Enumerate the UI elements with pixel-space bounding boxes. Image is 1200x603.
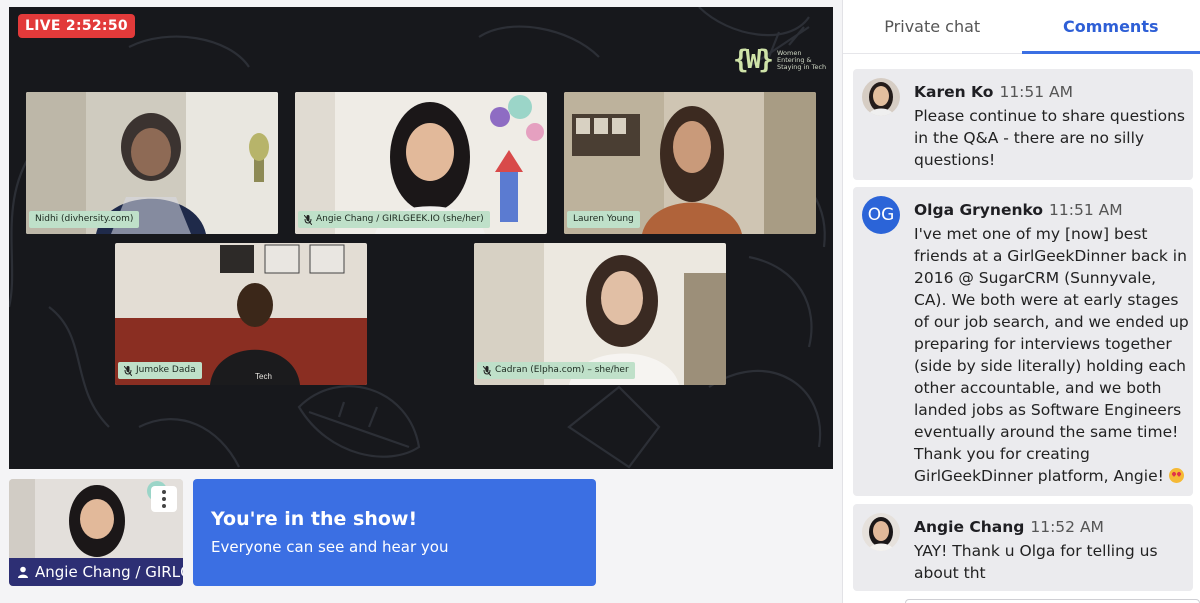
tab-private-chat[interactable]: Private chat xyxy=(843,0,1022,53)
video-tile[interactable]: Tech Jumoke Dada xyxy=(115,243,367,385)
brand-tagline: Women Entering & Staying in Tech xyxy=(776,48,827,71)
brand-logo: {W} Women Entering & Staying in Tech xyxy=(733,45,829,75)
muted-mic-icon xyxy=(304,214,312,225)
comment-item: Angie Chang 11:52 AM YAY! Thank u Olga fo… xyxy=(853,504,1193,591)
comment-header: Olga Grynenko 11:51 AM xyxy=(914,200,1123,219)
video-tile[interactable]: Angie Chang / GIRLGEEK.IO (she/her) xyxy=(295,92,547,234)
person-icon xyxy=(18,566,28,578)
video-tile[interactable]: Nidhi (divhersity.com) xyxy=(26,92,278,234)
brand-logo-mark: {W} xyxy=(733,45,774,75)
participant-name-tag: Lauren Young xyxy=(567,211,640,228)
panel-tabs: Private chat Comments xyxy=(843,0,1200,54)
banner-title: You're in the show! xyxy=(211,508,418,530)
dot xyxy=(162,490,166,494)
in-show-banner: You're in the show! Everyone can see and… xyxy=(193,479,596,586)
self-name-bar: Angie Chang / GIRLGEEK.IO (she/her) xyxy=(9,558,183,586)
more-options-button[interactable] xyxy=(151,486,177,512)
participant-name: Nidhi (divhersity.com) xyxy=(35,214,134,224)
comment-text: I've met one of my [now] best friends at… xyxy=(914,223,1192,487)
comment-header: Angie Chang 11:52 AM xyxy=(914,517,1104,536)
comment-time: 11:52 AM xyxy=(1030,518,1104,536)
video-tile[interactable]: Lauren Young xyxy=(564,92,816,234)
participant-name-tag: Angie Chang / GIRLGEEK.IO (she/her) xyxy=(298,211,490,228)
participant-name: Cadran (Elpha.com) – she/her xyxy=(495,365,629,375)
live-timer-badge: LIVE 2:52:50 xyxy=(18,14,135,38)
heart-eyes-emoji-icon xyxy=(1168,468,1184,483)
participant-name: Lauren Young xyxy=(573,214,634,224)
participant-name-tag: Cadran (Elpha.com) – she/her xyxy=(477,362,635,379)
comment-text: Please continue to share questions in th… xyxy=(914,107,1185,169)
comment-header: Karen Ko 11:51 AM xyxy=(914,82,1073,101)
tab-comments[interactable]: Comments xyxy=(1021,0,1200,54)
comment-author: Angie Chang xyxy=(914,518,1025,536)
dot xyxy=(162,504,166,508)
comment-text-content: I've met one of my [now] best friends at… xyxy=(914,225,1189,485)
comment-time: 11:51 AM xyxy=(999,83,1074,101)
comment-input[interactable] xyxy=(905,599,1200,603)
comment-author: Karen Ko xyxy=(914,83,994,101)
avatar xyxy=(862,513,900,551)
app-root: LIVE 2:52:50 {W} Women Entering & Stayin… xyxy=(0,0,1200,603)
participant-name-tag: Jumoke Dada xyxy=(118,362,202,379)
self-preview-tile[interactable]: Angie Chang / GIRLGEEK.IO (she/her) xyxy=(9,479,183,586)
comment-item: OG Olga Grynenko 11:51 AM I've met one of… xyxy=(853,187,1193,496)
muted-mic-icon xyxy=(124,365,132,376)
comment-time: 11:51 AM xyxy=(1049,201,1123,219)
banner-subtitle: Everyone can see and hear you xyxy=(211,538,449,556)
broadcast-stage: LIVE 2:52:50 {W} Women Entering & Stayin… xyxy=(9,7,833,469)
avatar xyxy=(862,78,900,116)
comment-author: Olga Grynenko xyxy=(914,201,1044,219)
leaf-pattern-background xyxy=(9,7,826,469)
participant-name: Angie Chang / GIRLGEEK.IO (she/her) xyxy=(316,214,484,224)
participant-name: Jumoke Dada xyxy=(136,365,196,375)
self-name: Angie Chang / GIRLGEEK.IO (she/her) xyxy=(35,563,183,581)
participant-name-tag: Nidhi (divhersity.com) xyxy=(29,211,140,228)
avatar: OG xyxy=(862,196,900,234)
dot xyxy=(162,497,166,501)
svg-text:Tech: Tech xyxy=(255,372,272,381)
comment-item: Karen Ko 11:51 AM Please continue to shar… xyxy=(853,69,1193,180)
side-panel: Private chat Comments Karen Ko 11:51 AM P… xyxy=(842,0,1200,603)
comment-text: YAY! Thank u Olga for telling us about t… xyxy=(914,542,1158,582)
muted-mic-icon xyxy=(483,365,491,376)
comments-feed[interactable]: Karen Ko 11:51 AM Please continue to shar… xyxy=(843,55,1200,603)
video-tile[interactable]: Cadran (Elpha.com) – she/her xyxy=(474,243,726,385)
